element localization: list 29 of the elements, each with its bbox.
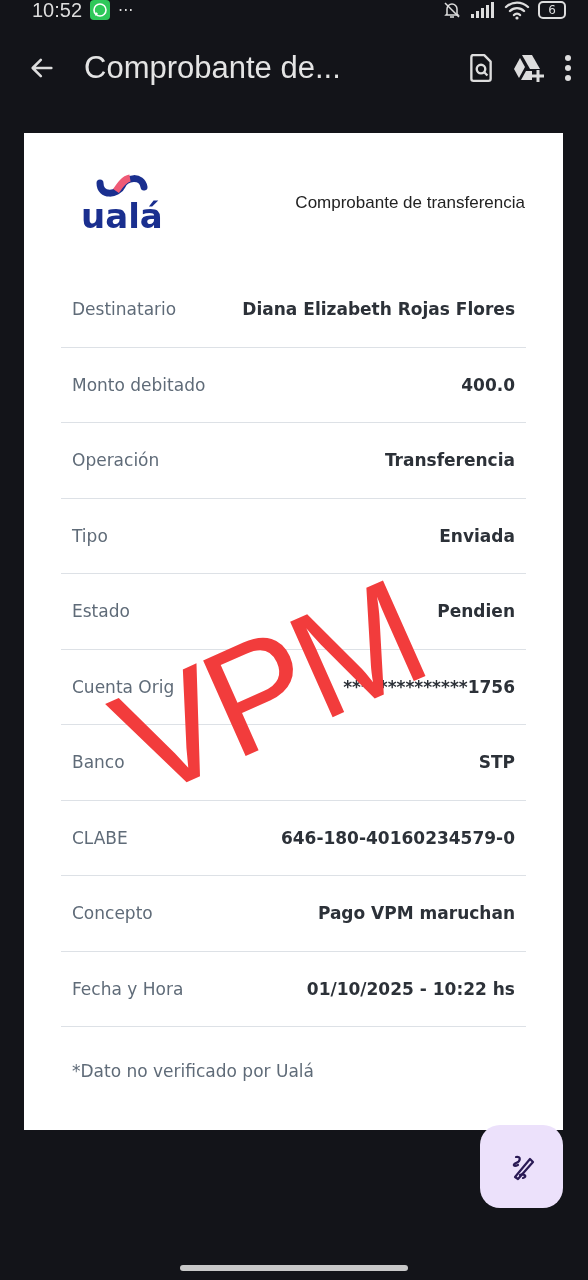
- more-notifications: ···: [118, 0, 134, 20]
- document-search-icon: [468, 53, 494, 83]
- signal-icon: [470, 1, 497, 19]
- field-value: 400.0: [461, 374, 515, 395]
- field-value: Pago VPM maruchan: [317, 903, 515, 924]
- field-label: Operación: [72, 450, 160, 471]
- field-value: 646-180-40160234579-0: [280, 827, 515, 848]
- field-value: Diana Elizabeth Rojas Flores: [242, 299, 515, 320]
- bell-muted-icon: [442, 0, 463, 20]
- footnote: *Dato no verificado por Ualá: [71, 1060, 315, 1081]
- chat-app-icon: [90, 0, 111, 20]
- field-label: Concepto: [72, 903, 153, 924]
- field-value: Transferencia: [384, 450, 515, 471]
- field-label: Monto debitado: [72, 374, 206, 395]
- field-label: Tipo: [72, 525, 108, 546]
- more-vert-icon: [564, 55, 572, 81]
- app-title: Comprobante de...: [83, 50, 342, 86]
- field-value: 01/10/2025 - 10:22 hs: [306, 978, 515, 999]
- battery-indicator: 6: [538, 1, 566, 19]
- clock-time: 10:52: [32, 0, 83, 22]
- field-label: CLABE: [72, 827, 128, 848]
- drive-add-icon: [512, 53, 546, 83]
- field-label: Fecha y Hora: [72, 978, 184, 999]
- document-title: Comprobante de transferencia: [295, 192, 526, 213]
- annotate-button[interactable]: [480, 1125, 563, 1208]
- field-value: Enviada: [439, 525, 515, 546]
- brand-logo: ualá: [81, 198, 163, 233]
- wifi-icon: [504, 0, 531, 20]
- field-label: Destinatario: [72, 299, 177, 320]
